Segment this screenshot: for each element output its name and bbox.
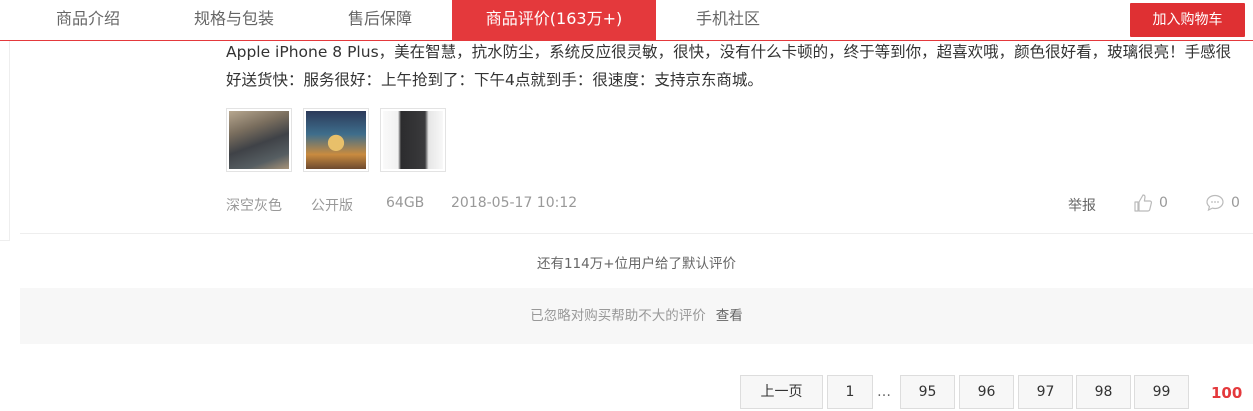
comment-button[interactable]: 0: [1205, 191, 1240, 215]
pagination-ellipsis: …: [877, 384, 891, 400]
product-storage: 64GB: [386, 195, 425, 211]
tab-phone-community[interactable]: 手机社区: [660, 0, 796, 40]
page-button[interactable]: 97: [1018, 375, 1073, 409]
product-color: 深空灰色: [226, 198, 282, 214]
page-button[interactable]: 95: [900, 375, 955, 409]
review-date: 2018-05-17 10:12: [451, 195, 578, 211]
review-text: Apple iPhone 8 Plus，美在智慧，抗水防尘，系统反应很灵敏，很快…: [226, 43, 1232, 89]
view-ignored-link[interactable]: 查看: [716, 308, 743, 324]
tab-product-intro[interactable]: 商品介绍: [20, 0, 156, 40]
prev-page-button[interactable]: 上一页: [740, 375, 823, 409]
tab-specs-packaging[interactable]: 规格与包装: [166, 0, 302, 40]
ignored-reviews-box: 已忽略对购买帮助不大的评价 查看: [20, 288, 1253, 344]
add-to-cart-button[interactable]: 加入购物车: [1130, 3, 1245, 37]
page-button[interactable]: 99: [1134, 375, 1189, 409]
review-photo-1[interactable]: [226, 108, 292, 172]
like-button[interactable]: 0: [1133, 191, 1168, 215]
page-button[interactable]: 98: [1076, 375, 1131, 409]
review-divider: [20, 233, 1253, 234]
default-review-notice: 还有114万+位用户给了默认评价: [536, 256, 737, 272]
phone-photo-image: [383, 111, 443, 169]
ignored-reviews-notice: 已忽略对购买帮助不大的评价: [530, 308, 706, 324]
comment-bubble-icon: [1206, 194, 1224, 212]
phone-photo-image: [306, 111, 366, 169]
product-tab-bar: 商品介绍 规格与包装 售后保障 商品评价(163万+) 手机社区 加入购物车: [0, 0, 1253, 41]
phone-photo-image: [229, 111, 289, 169]
review-photo-2[interactable]: [303, 108, 369, 172]
side-panel-edge: [0, 41, 10, 241]
comment-count: 0: [1231, 195, 1240, 211]
thumbs-up-icon: [1134, 194, 1153, 212]
report-link[interactable]: 举报: [1068, 195, 1096, 215]
like-count: 0: [1159, 195, 1168, 211]
tab-reviews[interactable]: 商品评价(163万+): [452, 0, 656, 40]
product-version: 公开版: [311, 198, 353, 214]
current-page: 100: [1211, 384, 1243, 402]
page-button-first[interactable]: 1: [827, 375, 873, 409]
tab-after-sales[interactable]: 售后保障: [312, 0, 448, 40]
page-button[interactable]: 96: [959, 375, 1014, 409]
review-photo-3[interactable]: [380, 108, 446, 172]
